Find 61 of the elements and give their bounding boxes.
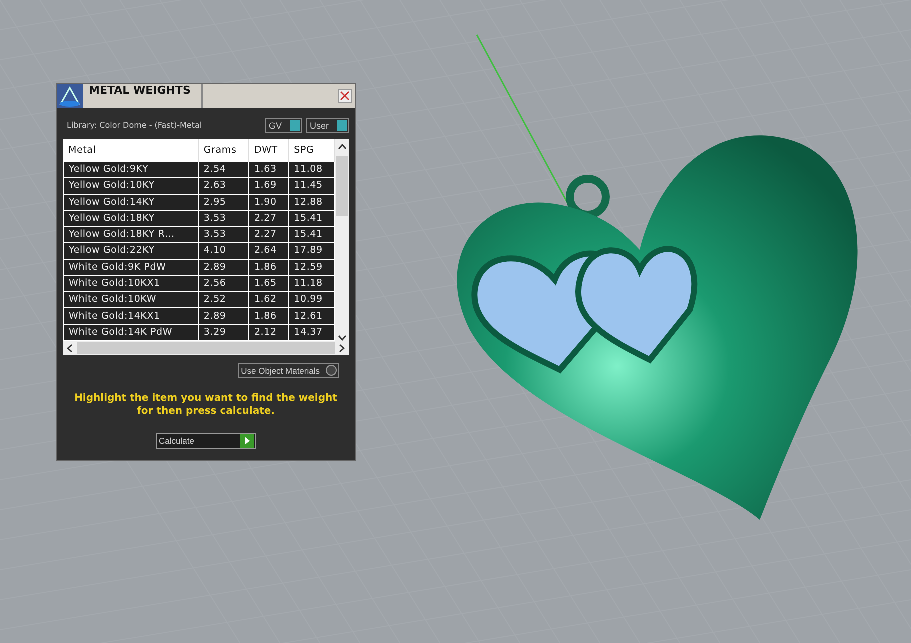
table-cell: Yellow Gold:22KY bbox=[64, 242, 198, 260]
table-cell: 2.89 bbox=[198, 259, 249, 276]
table-cell: 2.12 bbox=[248, 324, 289, 340]
table-cell: 1.86 bbox=[248, 308, 289, 324]
table-cell: 2.95 bbox=[198, 194, 249, 210]
table-cell: 1.63 bbox=[248, 162, 289, 178]
horizontal-scrollbar[interactable] bbox=[63, 341, 349, 355]
table-cell: 17.89 bbox=[288, 242, 334, 260]
table-cell: 11.08 bbox=[288, 162, 334, 178]
table-cell: 2.56 bbox=[198, 275, 249, 292]
scroll-right-icon bbox=[339, 344, 345, 352]
table-cell: 2.27 bbox=[248, 226, 289, 243]
table-cell: 12.88 bbox=[288, 194, 334, 210]
table-cell: 2.63 bbox=[198, 178, 249, 194]
table-cell: 2.89 bbox=[198, 308, 249, 324]
table-cell: 3.53 bbox=[198, 226, 249, 243]
table-cell: White Gold:14K PdW bbox=[64, 324, 198, 340]
dome-logo-icon bbox=[57, 84, 83, 108]
table-cell: White Gold:10KX1 bbox=[64, 275, 198, 292]
table-cell: 4.10 bbox=[198, 242, 249, 260]
table-cell: 15.41 bbox=[288, 210, 334, 227]
table-cell: 12.59 bbox=[288, 259, 334, 276]
table-cell: 2.52 bbox=[198, 292, 249, 308]
scroll-up-icon bbox=[338, 144, 346, 150]
table-cell: 1.86 bbox=[248, 259, 289, 276]
table-cell: White Gold:14KX1 bbox=[64, 308, 198, 324]
toggle-button[interactable]: GV bbox=[264, 118, 302, 133]
scroll-left-icon bbox=[67, 344, 73, 352]
scroll-down-icon bbox=[338, 335, 346, 341]
table-cell: 3.29 bbox=[198, 324, 249, 340]
close-button[interactable] bbox=[338, 89, 352, 103]
table-cell: Yellow Gold:18KY R… bbox=[64, 226, 198, 243]
table-cell: 10.99 bbox=[288, 292, 334, 308]
table-cell: White Gold:10KW bbox=[64, 292, 198, 308]
table-cell: 11.45 bbox=[288, 178, 334, 194]
table-cell: 3.53 bbox=[198, 210, 249, 227]
library-label: Library: Color Dome - (Fast)-Metal bbox=[67, 121, 202, 130]
table-cell: Yellow Gold:10KY bbox=[64, 178, 198, 194]
table-cell: 12.61 bbox=[288, 308, 334, 324]
close-icon bbox=[340, 91, 350, 101]
table-cell: 2.27 bbox=[248, 210, 289, 227]
play-icon bbox=[240, 434, 254, 448]
toggle-button[interactable]: User bbox=[306, 118, 349, 133]
table-cell: 11.18 bbox=[288, 275, 334, 292]
table-cell: 1.65 bbox=[248, 275, 289, 292]
table-cell: 2.54 bbox=[198, 162, 249, 178]
table-cell: 2.64 bbox=[248, 242, 289, 260]
vertical-scrollbar[interactable] bbox=[335, 139, 349, 341]
calculate-button[interactable]: Calculate bbox=[156, 433, 256, 449]
window-title: METAL WEIGHTS bbox=[89, 84, 203, 108]
table-cell: Yellow Gold:9KY bbox=[64, 162, 198, 178]
table-cell: 1.90 bbox=[248, 194, 289, 210]
table-cell: 1.62 bbox=[248, 292, 289, 308]
table-cell: 14.37 bbox=[288, 324, 334, 340]
table-cell: 1.69 bbox=[248, 178, 289, 194]
table-cell: Yellow Gold:18KY bbox=[64, 210, 198, 227]
instruction-text: Highlight the item you want to find the weight for then press calculate. bbox=[74, 392, 338, 418]
table-cell: Yellow Gold:14KY bbox=[64, 194, 198, 210]
table-cell: 15.41 bbox=[288, 226, 334, 243]
use-object-materials-toggle[interactable]: Use Object Materials bbox=[238, 363, 339, 378]
table-cell: White Gold:9K PdW bbox=[64, 259, 198, 276]
